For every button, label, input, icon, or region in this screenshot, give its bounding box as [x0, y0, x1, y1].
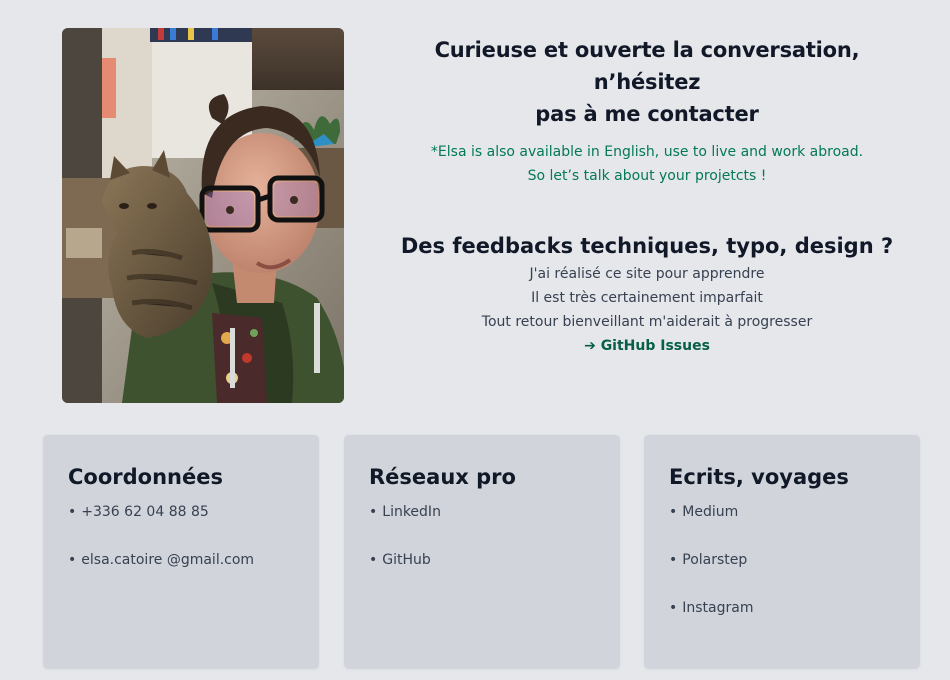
phone-number: +336 62 04 88 85 — [81, 504, 209, 520]
english-note-line1: *Elsa is also available in English, use … — [430, 144, 864, 160]
card-title: Coordonnées — [68, 465, 223, 489]
writings-travels-list: • Medium • Polarstep • Instagram — [669, 500, 754, 644]
contact-intro: Curieuse et ouverte la conversation, n’h… — [382, 34, 912, 188]
feedback-line: Tout retour bienveillant m'aiderait à pr… — [481, 314, 813, 330]
writings-travels-card: Ecrits, voyages • Medium • Polarstep • Inst… — [644, 435, 920, 669]
github-label: GitHub — [382, 552, 431, 568]
feedback-section: Des feedbacks techniques, typo, design ?… — [382, 230, 912, 358]
feedback-line: Il est très certainement imparfait — [531, 290, 763, 306]
email-item[interactable]: • elsa.catoire @gmail.com — [68, 548, 254, 572]
contact-details-card: Coordonnées • +336 62 04 88 85 • elsa.cato… — [43, 435, 319, 669]
github-issues-link[interactable]: ➔ GitHub Issues — [584, 334, 710, 358]
email-address: elsa.catoire @gmail.com — [81, 552, 255, 568]
professional-networks-card: Réseaux pro • LinkedIn • GitHub — [344, 435, 620, 669]
feedback-heading: Des feedbacks techniques, typo, design ? — [400, 234, 894, 258]
contact-heading-line1: Curieuse et ouverte la conversation, n’h… — [434, 38, 860, 94]
github-link[interactable]: • GitHub — [369, 548, 441, 572]
arrow-right-icon: ➔ — [584, 338, 596, 354]
polarstep-label: Polarstep — [682, 552, 748, 568]
medium-label: Medium — [682, 504, 739, 520]
feedback-line: J'ai réalisé ce site pour apprendre — [529, 266, 765, 282]
card-title: Réseaux pro — [369, 465, 516, 489]
english-availability-note: *Elsa is also available in English, use … — [382, 140, 912, 188]
profile-photo-illustration — [62, 28, 344, 403]
bullet: • — [68, 552, 77, 568]
card-title: Ecrits, voyages — [669, 465, 849, 489]
linkedin-label: LinkedIn — [382, 504, 441, 520]
polarstep-link[interactable]: • Polarstep — [669, 548, 754, 572]
bullet: • — [369, 552, 378, 568]
professional-networks-list: • LinkedIn • GitHub — [369, 500, 441, 596]
instagram-link[interactable]: • Instagram — [669, 596, 754, 620]
english-note-line2: So let’s talk about your projetcts ! — [527, 168, 767, 184]
instagram-label: Instagram — [682, 600, 754, 616]
contact-details-list: • +336 62 04 88 85 • elsa.catoire @gmail.c… — [68, 500, 254, 596]
profile-photo — [62, 28, 344, 403]
github-issues-label: GitHub Issues — [600, 338, 710, 354]
contact-heading-line2: pas à me contacter — [535, 102, 759, 126]
bullet: • — [369, 504, 378, 520]
linkedin-link[interactable]: • LinkedIn — [369, 500, 441, 524]
phone-number-item[interactable]: • +336 62 04 88 85 — [68, 500, 254, 524]
contact-heading: Curieuse et ouverte la conversation, n’h… — [382, 34, 912, 130]
bullet: • — [68, 504, 77, 520]
bullet: • — [669, 552, 678, 568]
bullet: • — [669, 600, 678, 616]
bullet: • — [669, 504, 678, 520]
medium-link[interactable]: • Medium — [669, 500, 754, 524]
